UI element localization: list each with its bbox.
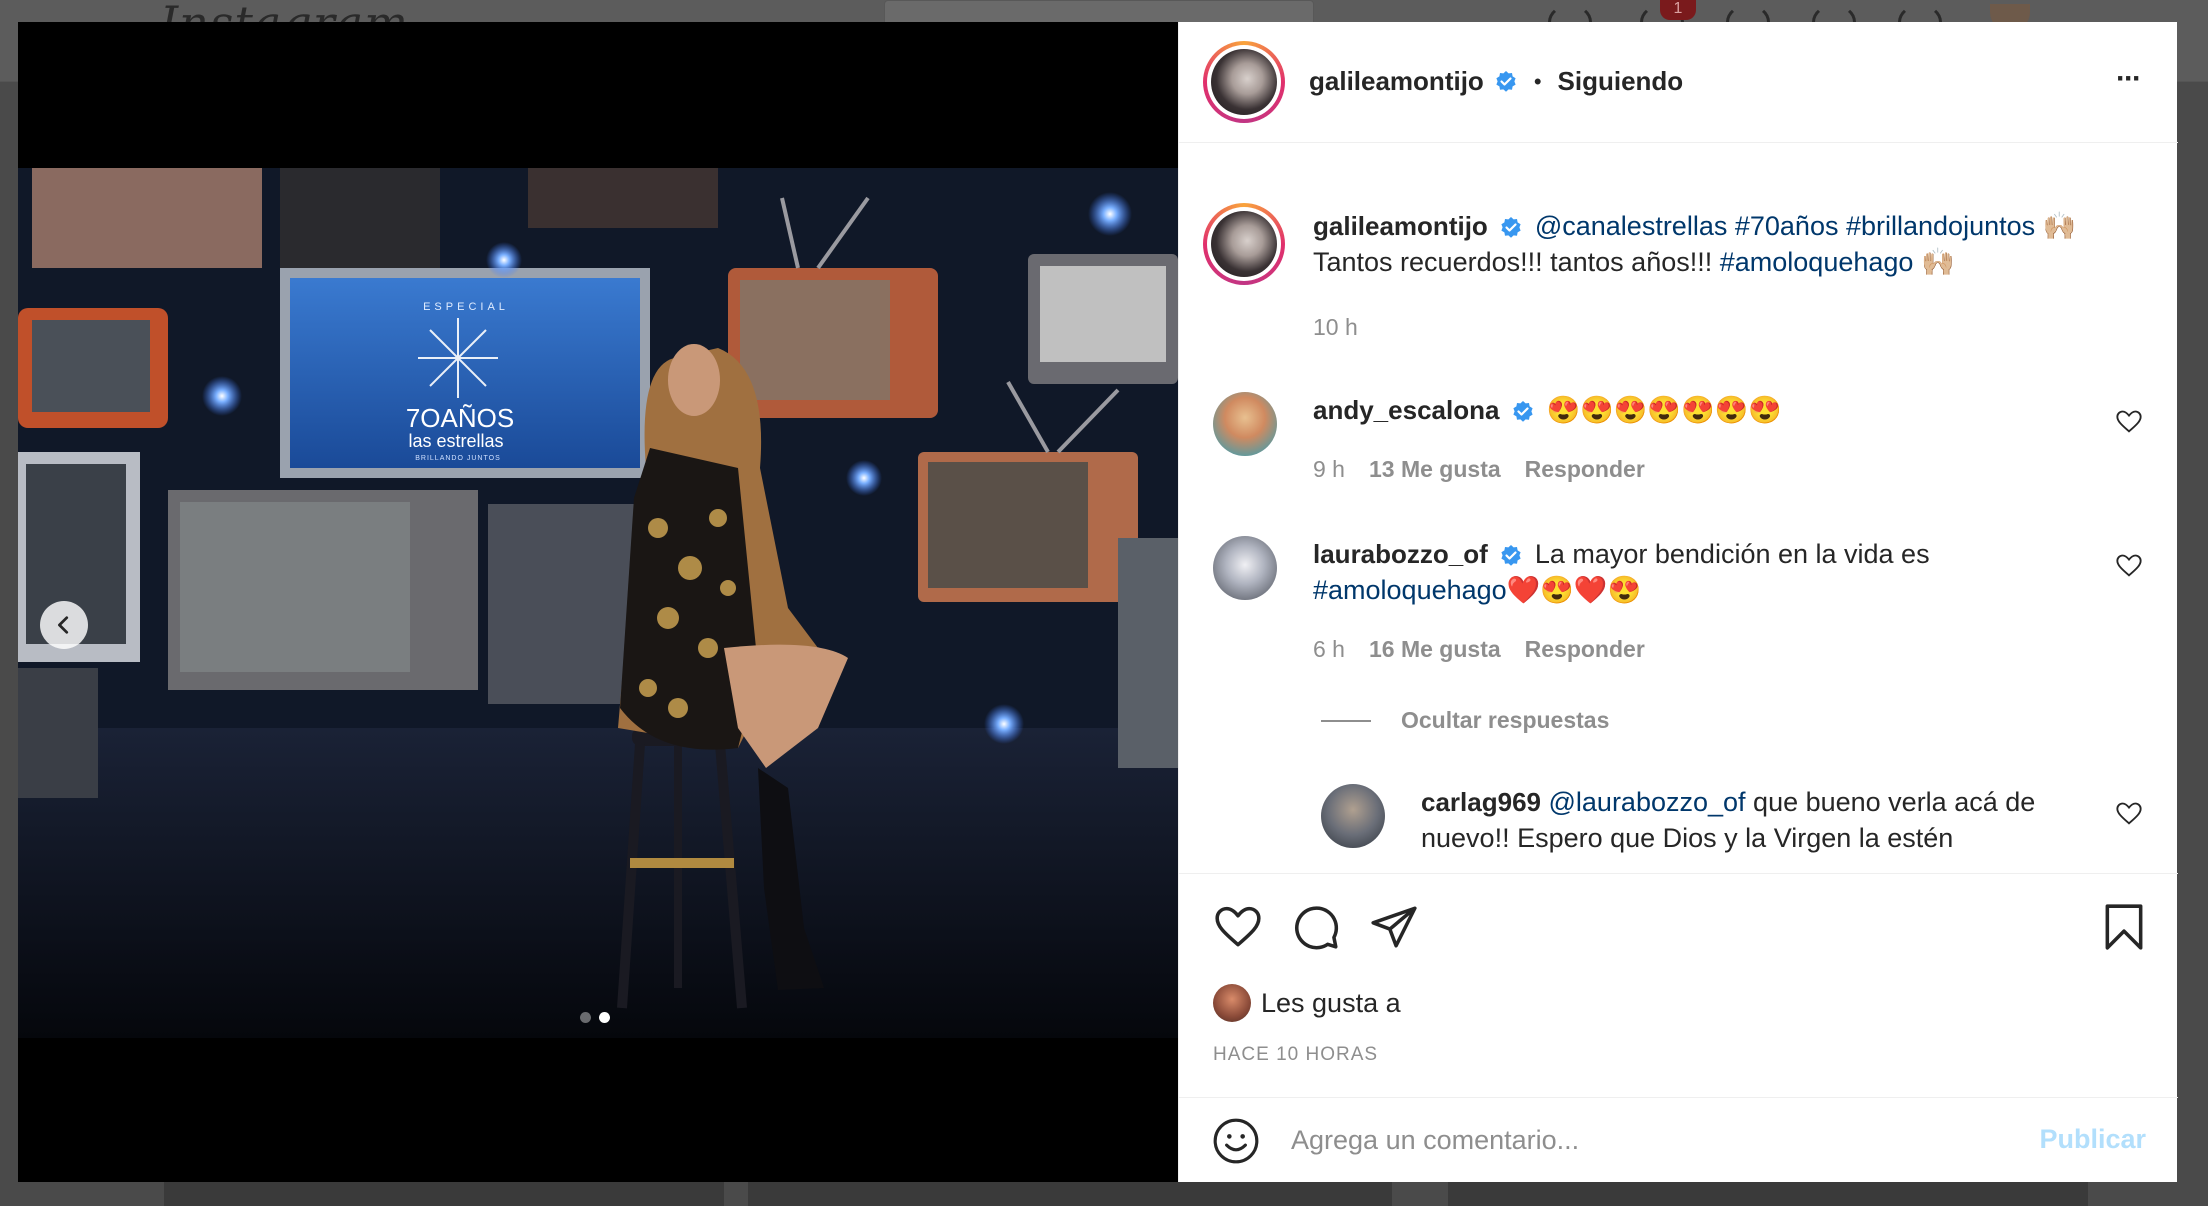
verified-badge-icon <box>1513 400 1533 422</box>
caption-meta: 10 h <box>1313 314 1358 341</box>
comment-like-heart-icon[interactable] <box>2115 552 2143 580</box>
comment-icon[interactable] <box>1291 902 1341 952</box>
carousel-dot-active <box>599 1012 610 1023</box>
carousel-indicator <box>580 1012 610 1023</box>
add-comment-bar: Publicar <box>1179 1098 2178 1182</box>
photo-text-special: ESPECIAL <box>423 301 509 313</box>
comment-text: laurabozzo_of La mayor bendición en la v… <box>1313 536 2113 608</box>
caption-emoji: 🙌🏼 <box>1920 247 1955 277</box>
reply-body: que bueno verla acá de <box>1753 787 2036 817</box>
reply-button[interactable]: Responder <box>1525 636 1645 663</box>
caption-username[interactable]: galileamontijo <box>1313 211 1488 241</box>
comment-meta: 9 h 13 Me gusta Responder <box>1313 456 1645 483</box>
send-icon[interactable] <box>1369 902 1419 952</box>
photo-text-years: 7OAÑOS <box>406 403 514 433</box>
hide-replies-button[interactable]: Ocultar respuestas <box>1401 707 1609 734</box>
photo-scene: ESPECIAL 7OAÑOS las estrellas BRILLANDO … <box>18 168 1178 1038</box>
commenter-avatar[interactable] <box>1321 784 1385 848</box>
following-button[interactable]: Siguiendo <box>1558 66 1684 97</box>
commenter-username[interactable]: carlag969 <box>1421 787 1541 817</box>
comment-body: 😍😍😍😍😍😍😍 <box>1546 395 1782 425</box>
author-avatar[interactable] <box>1203 41 1285 123</box>
replies-divider <box>1321 720 1371 722</box>
comment-body: La mayor bendición en la vida es <box>1534 539 1930 569</box>
comment-meta: 6 h 16 Me gusta Responder <box>1313 636 1645 663</box>
caption-line2: Tantos recuerdos!!! tantos años!!! <box>1313 247 1713 277</box>
reply-text: carlag969 @laurabozzo_of que bueno verla… <box>1421 784 2111 856</box>
caption-emoji: 🙌🏼 <box>2042 211 2077 241</box>
more-options-button[interactable]: ··· <box>2116 62 2142 96</box>
comment-time[interactable]: 9 h <box>1313 456 1345 483</box>
likes-text: Les gusta a <box>1261 987 1401 1018</box>
comments-section: galileamontijo @canalestrellas #70años #… <box>1179 144 2178 872</box>
photo-text-brand: las estrellas <box>408 431 503 451</box>
comment-like-heart-icon[interactable] <box>2115 800 2143 828</box>
bookmark-icon[interactable] <box>2099 900 2149 954</box>
post-timestamp[interactable]: HACE 10 HORAS <box>1213 1044 1378 1066</box>
carousel-dot <box>580 1012 591 1023</box>
header-separator: • <box>1533 68 1542 94</box>
comment-emoji: ❤️😍❤️😍 <box>1506 575 1642 605</box>
chevron-left-icon <box>58 616 69 634</box>
reply-body-line2: nuevo!! Espero que Dios y la Virgen la e… <box>1421 823 1954 853</box>
comment-likes[interactable]: 13 Me gusta <box>1369 456 1501 483</box>
comment-time[interactable]: 6 h <box>1313 636 1345 663</box>
post-photo: ESPECIAL 7OAÑOS las estrellas BRILLANDO … <box>18 168 1178 1038</box>
commenter-username[interactable]: andy_escalona <box>1313 395 1499 425</box>
post-media: ESPECIAL 7OAÑOS las estrellas BRILLANDO … <box>18 22 1178 1182</box>
commenter-avatar[interactable] <box>1213 392 1277 456</box>
emoji-icon[interactable] <box>1211 1116 1261 1166</box>
hashtag-link[interactable]: #amoloquehago <box>1313 575 1507 605</box>
caption-text: galileamontijo @canalestrellas #70años #… <box>1313 208 2153 280</box>
caption-avatar[interactable] <box>1203 203 1285 285</box>
grid-thumbnail <box>164 1180 724 1206</box>
heart-icon[interactable] <box>1213 902 1263 952</box>
post-header: galileamontijo • Siguiendo ··· <box>1179 22 2178 143</box>
comment-input[interactable] <box>1291 1116 1991 1164</box>
verified-badge-icon <box>1496 70 1516 92</box>
comment-text: andy_escalona 😍😍😍😍😍😍😍 <box>1313 392 1782 428</box>
hashtag-link[interactable]: #brillandojuntos <box>1846 211 2035 241</box>
grid-thumbnail <box>1448 1180 2088 1206</box>
caption-time[interactable]: 10 h <box>1313 314 1358 341</box>
hashtag-link[interactable]: #amoloquehago <box>1720 247 1914 277</box>
publish-button[interactable]: Publicar <box>2039 1124 2146 1155</box>
verified-badge-icon <box>1501 216 1521 238</box>
author-username[interactable]: galileamontijo <box>1309 66 1484 97</box>
reply-button[interactable]: Responder <box>1525 456 1645 483</box>
previous-photo-button[interactable] <box>40 601 88 649</box>
photo-text-sub: BRILLANDO JUNTOS <box>415 455 501 462</box>
likes-summary: Les gusta a <box>1213 984 1401 1022</box>
post-details-panel: galileamontijo • Siguiendo ··· galileamo… <box>1178 22 2178 1182</box>
verified-badge-icon <box>1501 544 1521 566</box>
commenter-username[interactable]: laurabozzo_of <box>1313 539 1488 569</box>
commenter-avatar[interactable] <box>1213 536 1277 600</box>
post-actions: Les gusta a HACE 10 HORAS <box>1179 873 2178 1098</box>
comment-likes[interactable]: 16 Me gusta <box>1369 636 1501 663</box>
caption-mention-link[interactable]: @canalestrellas <box>1535 211 1728 241</box>
comment-like-heart-icon[interactable] <box>2115 408 2143 436</box>
hashtag-link[interactable]: #70años <box>1735 211 1839 241</box>
mention-link[interactable]: @laurabozzo_of <box>1549 787 1746 817</box>
liker-avatar[interactable] <box>1213 984 1251 1022</box>
grid-thumbnail <box>748 1180 1392 1206</box>
notification-badge: 1 <box>1660 0 1696 20</box>
